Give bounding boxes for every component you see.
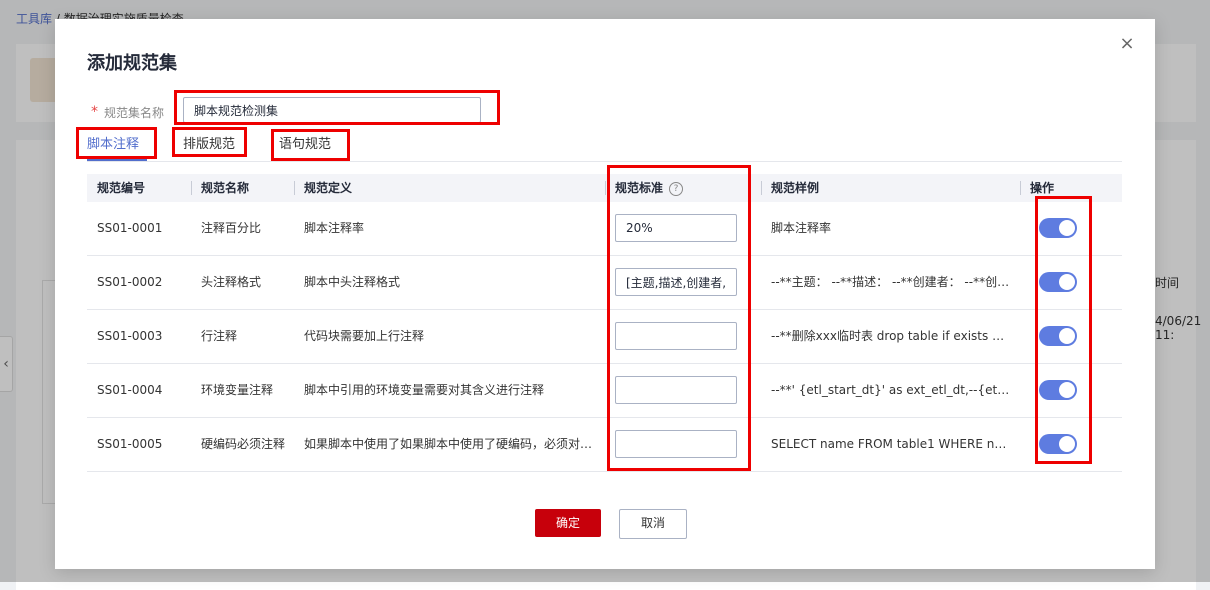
cancel-button[interactable]: 取消 — [619, 509, 687, 539]
toggle-knob — [1059, 220, 1075, 236]
table-row: SS01-0002 头注释格式 脚本中头注释格式 --**主题： --**描述：… — [87, 256, 1122, 310]
header-action: 操作 — [1030, 181, 1055, 195]
required-mark: * — [91, 104, 98, 120]
toggle-knob — [1059, 436, 1075, 452]
cell-definition: 代码块需要加上行注释 — [304, 329, 425, 343]
cell-example: --**删除xxx临时表 drop table if exists dw_... — [771, 329, 1011, 343]
cell-definition: 脚本注释率 — [304, 221, 365, 235]
cell-name: 头注释格式 — [201, 275, 262, 289]
cell-example: 脚本注释率 — [771, 221, 832, 235]
toggle-knob — [1059, 382, 1075, 398]
header-example: 规范样例 — [771, 181, 820, 195]
standard-input[interactable] — [615, 430, 737, 458]
cell-code: SS01-0003 — [97, 329, 163, 343]
header-separator — [605, 181, 606, 195]
header-code: 规范编号 — [97, 181, 146, 195]
help-icon[interactable]: ? — [669, 181, 684, 196]
cell-name: 注释百分比 — [201, 221, 262, 235]
add-ruleset-dialog: 添加规范集 × * 规范集名称 脚本注释 排版规范 语句规范 规范编号 规范名称… — [55, 19, 1155, 569]
table-row: SS01-0001 注释百分比 脚本注释率 脚本注释率 — [87, 202, 1122, 256]
enable-toggle[interactable] — [1039, 326, 1077, 346]
standard-input[interactable] — [615, 214, 737, 242]
table-row: SS01-0005 硬编码必须注释 如果脚本中使用了如果脚本中使用了硬编码，必须… — [87, 418, 1122, 472]
cell-name: 环境变量注释 — [201, 383, 274, 397]
enable-toggle[interactable] — [1039, 380, 1077, 400]
standard-input[interactable] — [615, 376, 737, 404]
cell-example: --**主题： --**描述： --**创建者： --**创建日期： — [771, 275, 1011, 289]
enable-toggle[interactable] — [1039, 434, 1077, 454]
cell-code: SS01-0001 — [97, 221, 163, 235]
tab-script-comment[interactable]: 脚本注释 — [87, 133, 139, 152]
cell-code: SS01-0005 — [97, 437, 163, 451]
toggle-knob — [1059, 274, 1075, 290]
rules-table: 规范编号 规范名称 规范定义 规范标准? 规范样例 操作 SS01-0001 注… — [87, 174, 1122, 472]
table-row: SS01-0003 行注释 代码块需要加上行注释 --**删除xxx临时表 dr… — [87, 310, 1122, 364]
header-standard-label: 规范标准 — [615, 181, 664, 195]
standard-input[interactable] — [615, 268, 737, 296]
enable-toggle[interactable] — [1039, 218, 1077, 238]
cell-name: 行注释 — [201, 329, 238, 343]
header-separator — [761, 181, 762, 195]
cell-code: SS01-0002 — [97, 275, 163, 289]
cell-name: 硬编码必须注释 — [201, 437, 286, 451]
ruleset-name-input[interactable] — [183, 97, 481, 123]
header-definition: 规范定义 — [304, 181, 353, 195]
cell-definition: 如果脚本中使用了如果脚本中使用了硬编码，必须对其含义进行注释 — [304, 437, 599, 451]
cell-code: SS01-0004 — [97, 383, 163, 397]
toggle-knob — [1059, 328, 1075, 344]
header-separator — [191, 181, 192, 195]
cell-definition: 脚本中引用的环境变量需要对其含义进行注释 — [304, 383, 545, 397]
table-header: 规范编号 规范名称 规范定义 规范标准? 规范样例 操作 — [87, 174, 1122, 202]
header-name: 规范名称 — [201, 181, 250, 195]
header-standard: 规范标准? — [615, 174, 684, 202]
table-row: SS01-0004 环境变量注释 脚本中引用的环境变量需要对其含义进行注释 --… — [87, 364, 1122, 418]
dialog-title: 添加规范集 — [87, 53, 177, 74]
cell-example: --**' {etl_start_dt}' as ext_etl_dt,--{e… — [771, 383, 1011, 397]
tab-layout-rules[interactable]: 排版规范 — [183, 133, 235, 152]
header-separator — [1020, 181, 1021, 195]
standard-input[interactable] — [615, 322, 737, 350]
cell-definition: 脚本中头注释格式 — [304, 275, 401, 289]
header-separator — [294, 181, 295, 195]
close-icon[interactable]: × — [1119, 35, 1135, 53]
cell-example: SELECT name FROM table1 WHERE name = ... — [771, 437, 1011, 451]
tab-statement-rules[interactable]: 语句规范 — [279, 133, 331, 152]
ruleset-name-label: 规范集名称 — [104, 106, 165, 120]
enable-toggle[interactable] — [1039, 272, 1077, 292]
active-tab-indicator — [87, 159, 147, 161]
rule-tabs: 脚本注释 排版规范 语句规范 — [87, 129, 1122, 162]
confirm-button[interactable]: 确定 — [535, 509, 601, 537]
